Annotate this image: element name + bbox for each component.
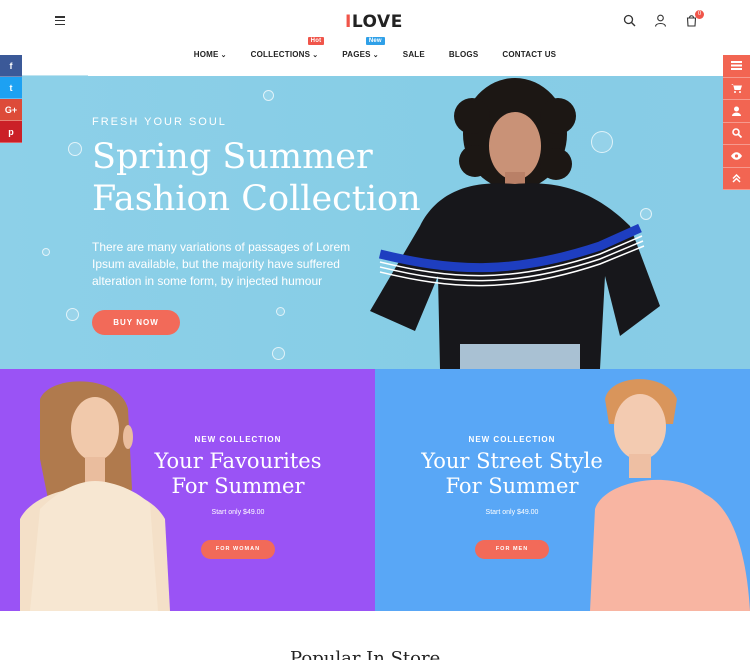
nav-label: SALE	[402, 50, 425, 59]
user-icon[interactable]	[654, 14, 667, 27]
banner-price: Start only $49.00	[211, 509, 265, 516]
banner-title-line: For Summer	[171, 474, 305, 498]
hero-description: There are many variations of passages of…	[92, 240, 351, 288]
site-header: ILOVE 0 HOME ⌄ Hot COLLECTIONS ⌄ New PAGES ⌄ …	[0, 0, 750, 77]
banner-title: Your Favourites For Summer	[143, 449, 333, 499]
banner-men[interactable]: NEW COLLECTION Your Street Style For Sum…	[375, 369, 750, 611]
bubble-decoration	[66, 308, 79, 321]
section-title: Popular In Store	[290, 648, 441, 660]
eye-icon[interactable]	[723, 145, 750, 168]
hero-slider: FRESH YOUR SOUL Spring Summer Fashion Co…	[0, 76, 750, 369]
chevron-down-icon: ⌄	[220, 52, 227, 59]
nav-label: BLOGS	[448, 50, 479, 59]
hero-title: Spring Summer Fashion Collection	[92, 136, 422, 220]
social-sidebar: f t G+ p	[0, 55, 22, 143]
banner-title: Your Street Style For Summer	[417, 449, 607, 499]
banner-man-image	[590, 379, 750, 611]
nav-item-contact[interactable]: CONTACT US	[490, 44, 568, 65]
hero-eyebrow: FRESH YOUR SOUL	[92, 116, 227, 128]
menu-list-icon[interactable]	[723, 55, 750, 78]
new-badge: New	[365, 37, 385, 45]
nav-label: CONTACT US	[502, 50, 557, 59]
bubble-decoration	[68, 142, 82, 156]
hero-title-line: Spring Summer	[92, 137, 373, 177]
buy-now-button[interactable]: BUY NOW	[92, 310, 180, 335]
banner-eyebrow: NEW COLLECTION	[468, 435, 556, 444]
header-icons: 0	[623, 10, 704, 27]
chevron-down-icon: ⌄	[312, 52, 319, 59]
site-logo[interactable]: ILOVE	[345, 12, 403, 32]
bubble-decoration	[276, 307, 285, 316]
facebook-icon[interactable]: f	[0, 55, 22, 77]
banner-price: Start only $49.00	[485, 509, 539, 516]
banner-title-line: Your Street Style	[421, 449, 603, 473]
twitter-icon[interactable]: t	[0, 77, 22, 99]
logo-text: LOVE	[351, 12, 403, 32]
main-nav: HOME ⌄ Hot COLLECTIONS ⌄ New PAGES ⌄ SALE BLO…	[0, 37, 750, 65]
nav-item-blogs[interactable]: BLOGS	[437, 44, 490, 65]
for-men-button[interactable]: FOR MEN	[475, 540, 549, 559]
nav-item-home[interactable]: HOME ⌄	[182, 44, 239, 65]
banner-women[interactable]: NEW COLLECTION Your Favourites For Summe…	[0, 369, 375, 611]
user-icon[interactable]	[723, 100, 750, 123]
search-icon[interactable]	[723, 122, 750, 145]
bubble-decoration	[263, 90, 274, 101]
banner-title-line: For Summer	[445, 474, 579, 498]
nav-item-sale[interactable]: SALE	[391, 44, 437, 65]
search-icon[interactable]	[623, 14, 636, 27]
hot-badge: Hot	[307, 37, 325, 45]
for-woman-button[interactable]: FOR WOMAN	[201, 540, 275, 559]
bubble-decoration	[42, 248, 50, 256]
cart-icon[interactable]	[723, 77, 750, 100]
nav-label: COLLECTIONS	[250, 50, 311, 59]
bubble-decoration	[272, 347, 285, 360]
scroll-top-icon[interactable]	[723, 167, 750, 190]
right-toolbar	[723, 55, 750, 190]
cart-count-badge: 0	[695, 10, 704, 19]
hero-title-line: Fashion Collection	[92, 179, 421, 219]
cart-icon[interactable]: 0	[685, 10, 704, 27]
nav-item-pages[interactable]: New PAGES ⌄	[330, 37, 391, 65]
menu-icon[interactable]	[55, 16, 65, 26]
nav-item-collections[interactable]: Hot COLLECTIONS ⌄	[239, 37, 331, 65]
chevron-down-icon: ⌄	[372, 52, 379, 59]
pinterest-icon[interactable]: p	[0, 121, 22, 143]
nav-label: HOME	[193, 50, 219, 59]
logo-accent: I	[345, 12, 352, 32]
nav-label: PAGES	[342, 50, 371, 59]
hero-model-image	[370, 78, 660, 369]
google-plus-icon[interactable]: G+	[0, 99, 22, 121]
banner-title-line: Your Favourites	[154, 449, 322, 473]
banner-eyebrow: NEW COLLECTION	[194, 435, 282, 444]
